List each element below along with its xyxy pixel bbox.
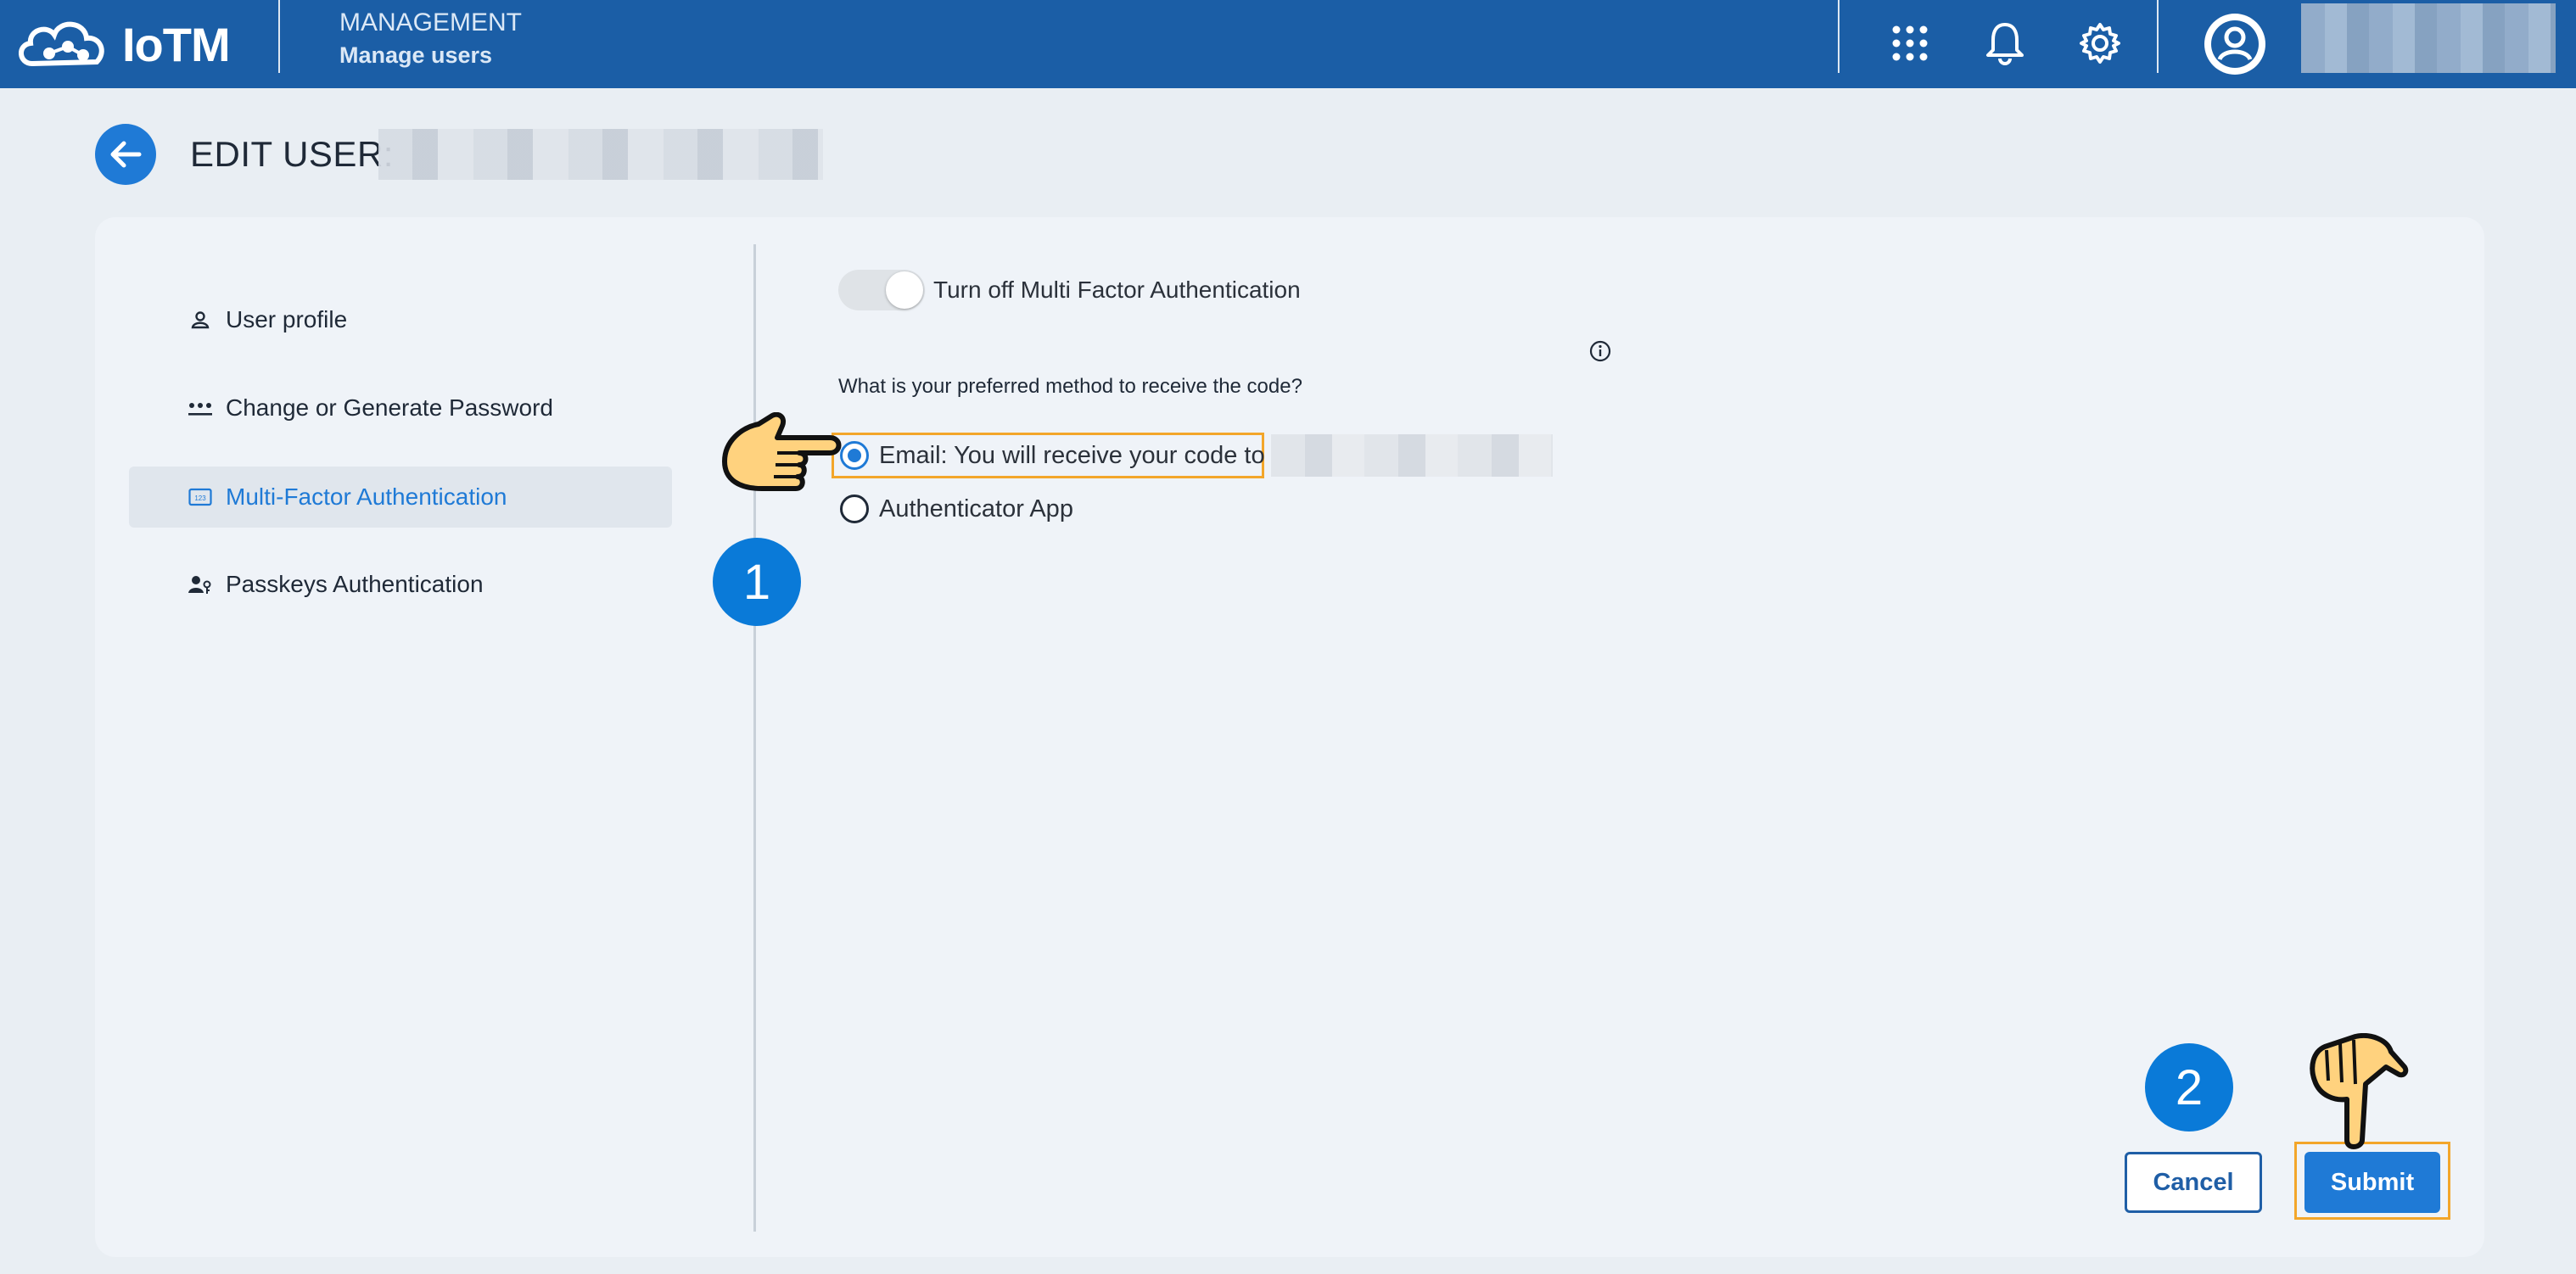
logo-text: IoTM — [122, 17, 231, 71]
pointing-hand-down-icon — [2310, 1033, 2409, 1149]
radio-authenticator-label: Authenticator App — [879, 495, 1073, 522]
cancel-button[interactable]: Cancel — [2125, 1152, 2262, 1213]
mfa-toggle[interactable] — [838, 270, 925, 310]
toggle-knob — [886, 271, 923, 309]
top-bar: IoTM MANAGEMENT Manage users — [0, 0, 2576, 88]
submit-button[interactable]: Submit — [2304, 1152, 2440, 1213]
mfa-toggle-label: Turn off Multi Factor Authentication — [933, 277, 1301, 303]
blurred-username — [378, 129, 823, 180]
radio-email-option[interactable]: Email: You will receive your code to — [840, 441, 1265, 470]
person-key-icon — [188, 573, 212, 596]
sidebar-item-label: Passkeys Authentication — [226, 571, 484, 597]
mfa-123-icon: 123 — [188, 485, 212, 509]
app-logo[interactable]: IoTM — [15, 8, 231, 80]
topbar-divider — [2157, 0, 2159, 73]
topbar-divider — [1838, 0, 1840, 73]
method-question: What is your preferred method to receive… — [838, 375, 1302, 398]
user-avatar-icon[interactable] — [2199, 8, 2271, 80]
radio-authenticator-option[interactable]: Authenticator App — [840, 495, 1073, 523]
pointing-hand-icon — [722, 412, 842, 491]
sidebar-item-label: Multi-Factor Authentication — [226, 483, 507, 510]
module-subtitle[interactable]: Manage users — [339, 42, 492, 69]
radio-email-label: Email: You will receive your code to — [879, 441, 1265, 469]
sidebar-item-user-profile[interactable]: User profile — [129, 289, 672, 350]
info-icon[interactable] — [1588, 339, 1612, 363]
page-title: EDIT USER: — [190, 134, 394, 174]
sidebar-item-passkeys[interactable]: Passkeys Authentication — [129, 554, 672, 615]
password-dots-icon — [188, 396, 212, 420]
step-2-badge: 2 — [2145, 1043, 2233, 1132]
svg-text:123: 123 — [194, 495, 206, 502]
topbar-divider — [278, 0, 280, 73]
panel-divider — [753, 244, 756, 1232]
edit-user-card — [95, 217, 2484, 1257]
back-button[interactable] — [95, 124, 156, 185]
blurred-user-name — [2301, 3, 2556, 73]
sidebar-item-password[interactable]: Change or Generate Password — [129, 377, 672, 439]
arrow-left-icon — [110, 141, 142, 168]
sidebar-item-label: User profile — [226, 306, 348, 332]
person-icon — [188, 308, 212, 332]
module-name: MANAGEMENT — [339, 8, 523, 36]
cloud-logo-icon — [19, 21, 104, 67]
apps-grid-icon[interactable] — [1884, 17, 1936, 70]
sidebar-item-mfa[interactable]: 123 Multi-Factor Authentication — [129, 467, 672, 528]
sidebar-item-label: Change or Generate Password — [226, 394, 553, 421]
step-1-badge: 1 — [713, 538, 801, 626]
bell-icon[interactable] — [1979, 17, 2031, 70]
gear-icon[interactable] — [2074, 17, 2126, 70]
blurred-email — [1271, 434, 1553, 477]
